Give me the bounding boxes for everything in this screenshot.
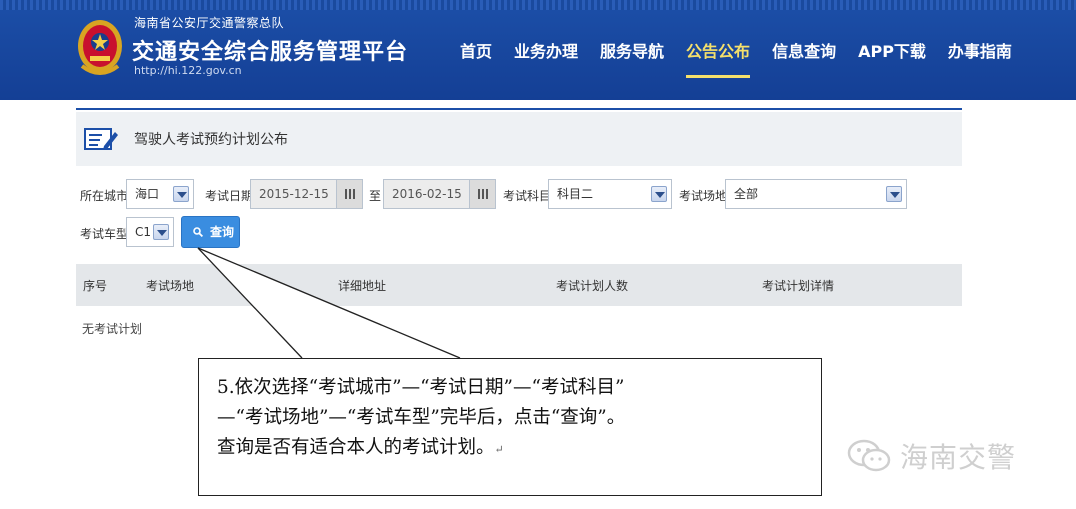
subject-select-value: 科目二 [557, 187, 594, 201]
vehicle-select-value: C1 [135, 225, 152, 239]
col-venue: 考试场地 [146, 279, 195, 293]
nav-app-download[interactable]: APP下载 [858, 38, 926, 68]
results-table-header: 序号 考试场地 详细地址 考试计划人数 考试计划详情 [76, 264, 962, 306]
nav-home[interactable]: 首页 [460, 38, 492, 68]
site-url[interactable]: http://hi.122.gov.cn [134, 64, 242, 77]
org-name: 海南省公安厅交通警察总队 [134, 16, 285, 30]
calendar-icon[interactable] [469, 180, 495, 208]
query-button-label: 查询 [210, 225, 235, 239]
callout-line-3: 查询是否有适合本人的考试计划。↵ [217, 433, 805, 465]
chevron-down-icon [886, 186, 902, 202]
city-select-value: 海口 [135, 187, 160, 201]
chevron-down-icon [651, 186, 667, 202]
vehicle-select[interactable]: C1 [126, 217, 174, 247]
wechat-icon [847, 439, 891, 472]
nav-service-guide[interactable]: 服务导航 [600, 38, 664, 68]
date-to-value: 2016-02-15 [392, 187, 462, 201]
nav-guide[interactable]: 办事指南 [948, 38, 1012, 68]
search-icon [193, 227, 203, 237]
callout-line-1: 5.依次选择“考试城市”—“考试日期”—“考试科目” [217, 377, 625, 398]
date-from-input[interactable]: 2015-12-15 [250, 179, 363, 209]
date-from-value: 2015-12-15 [259, 187, 329, 201]
vehicle-label: 考试车型 [80, 227, 129, 241]
nav-announcements[interactable]: 公告公布 [686, 38, 751, 78]
city-label: 所在城市 [80, 189, 129, 203]
form-edit-icon [84, 128, 118, 150]
city-select[interactable]: 海口 [126, 179, 194, 209]
venue-select[interactable]: 全部 [725, 179, 907, 209]
section-title: 驾驶人考试预约计划公布 [134, 132, 288, 148]
callout-line-2: —“考试场地”—“考试车型”完毕后，点击“查询”。 [217, 407, 626, 428]
date-separator: 至 [369, 189, 382, 203]
nav-business[interactable]: 业务办理 [514, 38, 578, 68]
content-top-rule [76, 108, 962, 110]
subject-select[interactable]: 科目二 [548, 179, 672, 209]
venue-label: 考试场地 [679, 189, 728, 203]
col-address: 详细地址 [338, 279, 387, 293]
chevron-down-icon [153, 224, 169, 240]
site-header: 海南省公安厅交通警察总队 交通安全综合服务管理平台 http://hi.122.… [0, 0, 1076, 100]
venue-select-value: 全部 [734, 187, 759, 201]
instruction-callout: 5.依次选择“考试城市”—“考试日期”—“考试科目” —“考试场地”—“考试车型… [198, 358, 822, 496]
callout-line-3-text: 查询是否有适合本人的考试计划。 [217, 437, 495, 458]
date-label: 考试日期 [205, 189, 254, 203]
main-nav: 首页 业务办理 服务导航 公告公布 信息查询 APP下载 办事指南 [460, 38, 1034, 78]
subject-label: 考试科目 [503, 189, 552, 203]
calendar-icon[interactable] [336, 180, 362, 208]
nav-info-query[interactable]: 信息查询 [772, 38, 836, 68]
chevron-down-icon [173, 186, 189, 202]
return-mark: ↵ [494, 443, 504, 456]
section-title-bar: 驾驶人考试预约计划公布 [76, 112, 962, 166]
page: 海南省公安厅交通警察总队 交通安全综合服务管理平台 http://hi.122.… [0, 0, 1076, 509]
platform-title: 交通安全综合服务管理平台 [132, 40, 409, 65]
watermark: 海南交警 [846, 436, 1016, 476]
query-button[interactable]: 查询 [181, 216, 240, 248]
watermark-text: 海南交警 [900, 441, 1017, 474]
col-index: 序号 [83, 279, 108, 293]
police-emblem-icon [78, 20, 122, 75]
header-stripe [0, 0, 1076, 10]
empty-result-message: 无考试计划 [82, 322, 143, 336]
col-plan-count: 考试计划人数 [556, 279, 629, 293]
date-to-input[interactable]: 2016-02-15 [383, 179, 496, 209]
col-plan-detail: 考试计划详情 [762, 279, 835, 293]
